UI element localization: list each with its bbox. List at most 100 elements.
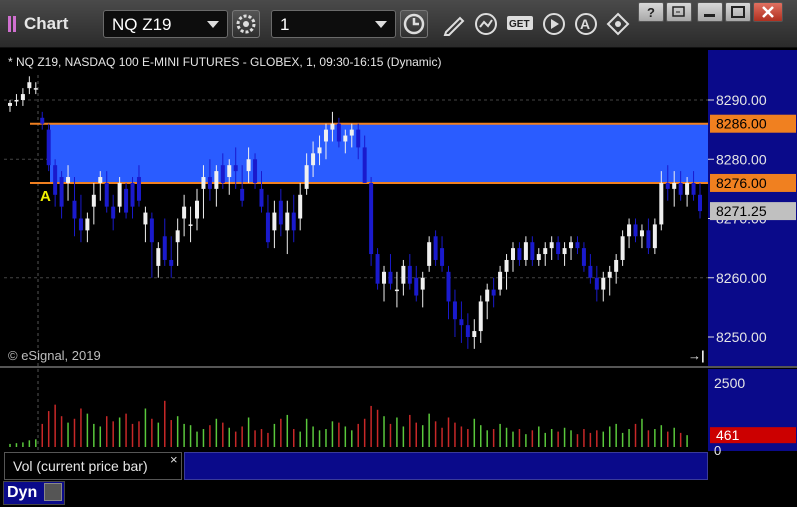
candle-body [40, 117, 45, 124]
chart-info-line: * NQ Z19, NASDAQ 100 E-MINI FUTURES - GL… [8, 55, 442, 69]
candle-body [253, 159, 258, 183]
y-tick-label: 8280.00 [716, 151, 767, 167]
candle-body [607, 271, 612, 278]
candle-body [639, 230, 644, 237]
price-label-text: 8271.25 [716, 203, 767, 219]
candle-body [220, 165, 225, 183]
scroll-end-icon[interactable]: →| [688, 348, 705, 363]
candle-body [427, 242, 432, 266]
candle-body [91, 194, 96, 207]
candle-body [543, 248, 548, 255]
candle-body [298, 194, 303, 219]
candle-body [46, 129, 51, 166]
candle-body [246, 159, 251, 172]
candle-body [175, 230, 180, 243]
candle-body [549, 242, 554, 249]
candle-body [124, 188, 129, 213]
vol-last-label: 461 [716, 427, 740, 443]
vol-panel-label[interactable]: Vol (current price bar) [4, 452, 182, 480]
candle-body [485, 289, 490, 302]
candle-body [311, 153, 316, 166]
candle-body [285, 212, 290, 231]
candle-body [478, 301, 483, 332]
candle-body [414, 277, 419, 296]
candle-body [136, 177, 141, 201]
candle-body [446, 271, 451, 302]
candle-body [265, 212, 270, 243]
candle-body [382, 271, 387, 284]
candle-body [659, 182, 664, 225]
candle-body [182, 206, 187, 219]
annotation-label: A [40, 188, 51, 205]
candle-body [581, 248, 586, 266]
candle-body [407, 265, 412, 284]
candle-body [369, 182, 374, 255]
candle-body [498, 271, 503, 290]
candle-body [491, 289, 496, 296]
candle-body [633, 224, 638, 237]
candle-body [575, 242, 580, 249]
y-tick-label: 8290.00 [716, 92, 767, 108]
candle-body [556, 242, 561, 255]
candle-body [601, 277, 606, 290]
candle-body [562, 248, 567, 255]
candle-body [323, 129, 328, 142]
candle-body [14, 100, 19, 102]
candle-body [188, 224, 193, 226]
candle-body [33, 88, 38, 90]
candle-body [53, 165, 58, 195]
candle-body [685, 182, 690, 195]
vol-y-tick-label: 2500 [714, 375, 745, 391]
candle-body [652, 224, 657, 249]
candle-body [85, 218, 90, 231]
candle-body [227, 165, 232, 178]
candle-body [195, 200, 200, 219]
candle-body [143, 212, 148, 225]
candle-body [149, 218, 154, 243]
candle-body [646, 230, 651, 249]
candle-body [130, 182, 135, 207]
y-tick-label: 8260.00 [716, 270, 767, 286]
candle-body [459, 319, 464, 326]
range-zone [50, 123, 708, 183]
candle-body [272, 212, 277, 231]
vol-y-tick-label: 0 [714, 443, 721, 458]
candle-body [240, 188, 245, 201]
candle-body [536, 254, 541, 260]
candle-body [343, 135, 348, 142]
candle-body [517, 248, 522, 260]
candle-body [465, 325, 470, 337]
candle-body [375, 254, 380, 284]
candle-body [523, 242, 528, 260]
candle-body [472, 331, 477, 337]
price-label-text: 8276.00 [716, 175, 767, 191]
candle-body [336, 123, 341, 142]
candle-body [291, 212, 296, 231]
candle-body [627, 224, 632, 237]
candle-body [111, 206, 116, 219]
candle-body [504, 259, 509, 272]
candle-body [349, 129, 354, 136]
chart-svg[interactable]: A8290.008280.008270.008260.008250.008286… [0, 0, 797, 507]
candle-body [388, 271, 393, 284]
candle-body [117, 182, 122, 207]
candle-body [672, 182, 677, 189]
candle-body [530, 242, 535, 260]
candle-body [401, 265, 406, 284]
lock-icon[interactable] [44, 483, 62, 501]
candle-body [66, 177, 71, 183]
candle-body [104, 182, 109, 207]
candle-body [78, 218, 83, 231]
candle-body [594, 277, 599, 290]
candle-body [8, 102, 12, 106]
candle-body [394, 289, 399, 292]
dyn-label: Dyn [7, 484, 38, 501]
candle-body [420, 277, 425, 290]
candle-body [27, 82, 32, 89]
copyright-text: © eSignal, 2019 [8, 348, 101, 363]
candle-body [433, 236, 438, 260]
price-label-text: 8286.00 [716, 116, 767, 132]
candle-body [207, 177, 212, 189]
candle-body [162, 236, 167, 260]
vol-close-button[interactable]: × [170, 452, 178, 467]
